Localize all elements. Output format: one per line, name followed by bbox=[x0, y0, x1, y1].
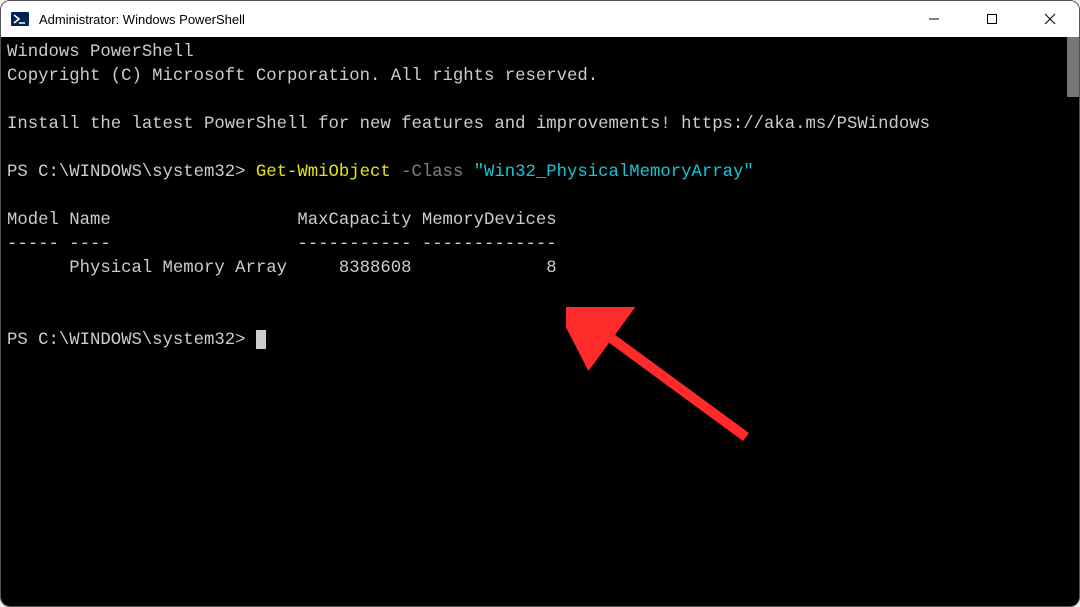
prompt-1: PS C:\WINDOWS\system32> bbox=[7, 163, 256, 182]
maximize-button[interactable] bbox=[963, 1, 1021, 37]
install-message: Install the latest PowerShell for new fe… bbox=[7, 115, 930, 134]
titlebar[interactable]: Administrator: Windows PowerShell bbox=[1, 1, 1079, 37]
scrollbar-track[interactable] bbox=[1065, 37, 1079, 606]
minimize-button[interactable] bbox=[905, 1, 963, 37]
close-button[interactable] bbox=[1021, 1, 1079, 37]
terminal-area[interactable]: Windows PowerShell Copyright (C) Microso… bbox=[1, 37, 1079, 606]
window-title: Administrator: Windows PowerShell bbox=[39, 12, 905, 27]
banner-line2: Copyright (C) Microsoft Corporation. All… bbox=[7, 67, 598, 86]
command-name: Get-WmiObject bbox=[256, 163, 391, 182]
prompt-2: PS C:\WINDOWS\system32> bbox=[7, 331, 256, 350]
scrollbar-thumb[interactable] bbox=[1067, 37, 1079, 97]
window-controls bbox=[905, 1, 1079, 37]
output-row: Physical Memory Array 8388608 8 bbox=[7, 259, 557, 278]
arrow-annotation-icon bbox=[566, 307, 786, 477]
banner-line1: Windows PowerShell bbox=[7, 43, 194, 62]
output-header: Model Name MaxCapacity MemoryDevices bbox=[7, 211, 557, 230]
output-divider: ----- ---- ----------- ------------- bbox=[7, 235, 557, 254]
command-param: -Class bbox=[391, 163, 474, 182]
cursor bbox=[256, 330, 266, 349]
powershell-window: Administrator: Windows PowerShell Window… bbox=[0, 0, 1080, 607]
powershell-icon bbox=[11, 10, 29, 28]
command-arg: "Win32_PhysicalMemoryArray" bbox=[474, 163, 754, 182]
